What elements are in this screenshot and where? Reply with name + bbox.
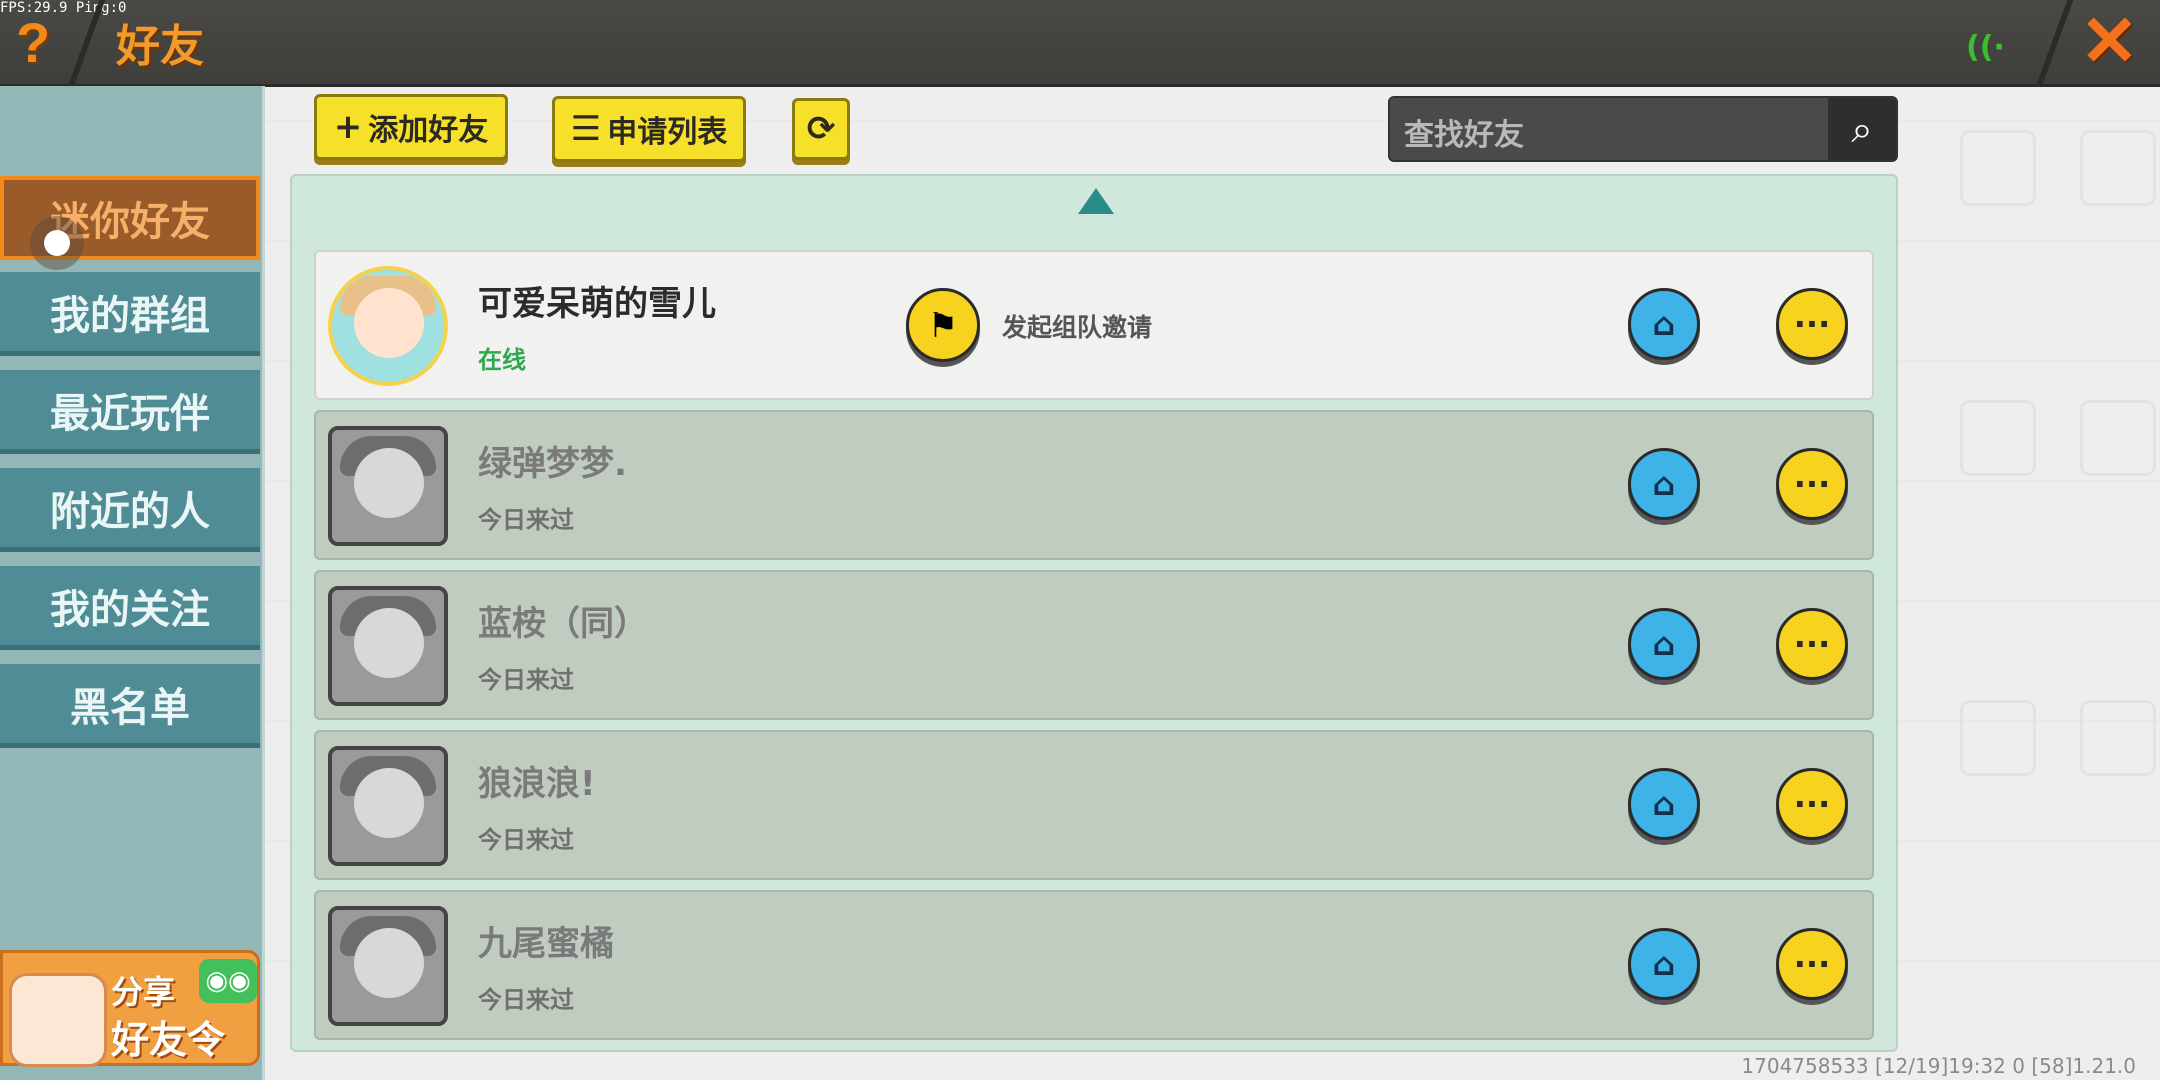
top-bar: FPS:29.9 Ping:0 ? 好友 ((· ✕ (0, 0, 2160, 87)
wechat-icon: ◉◉ (199, 959, 257, 1003)
avatar[interactable] (328, 266, 448, 386)
friend-name: 可爱呆萌的雪儿 (478, 284, 716, 324)
sidebar-item-my-groups[interactable]: 我的群组 (0, 272, 260, 356)
sidebar-item-recent-partners[interactable]: 最近玩伴 (0, 370, 260, 454)
share-friend-code-button[interactable]: ◉◉ 分享 好友令 (0, 950, 260, 1067)
home-icon[interactable]: ⌂ (1628, 928, 1700, 1000)
sidebar-item-blacklist[interactable]: 黑名单 (0, 664, 260, 748)
friend-status: 今日来过 (478, 986, 574, 1014)
team-invite-label[interactable]: 发起组队邀请 (1002, 308, 1152, 344)
friend-row[interactable]: 绿弹梦梦. 今日来过 ⌂ ··· (314, 410, 1874, 560)
friend-name: 绿弹梦梦. (478, 444, 627, 484)
add-friend-button[interactable]: + 添加好友 (314, 94, 508, 160)
friend-name: 蓝桉（同） (478, 604, 648, 644)
plus-icon: + (333, 107, 363, 147)
divider (2036, 0, 2074, 84)
version-info: 1704758533 [12/19]19:32 0 [58]1.21.0 (1741, 1054, 2136, 1078)
search-placeholder: 查找好友 (1404, 118, 1524, 153)
list-icon: ☰ (570, 109, 602, 149)
sidebar-item-nearby[interactable]: 附近的人 (0, 468, 260, 552)
friend-row[interactable]: 九尾蜜橘 今日来过 ⌂ ··· (314, 890, 1874, 1040)
chat-icon[interactable]: ··· (1776, 288, 1848, 360)
close-icon[interactable]: ✕ (2080, 6, 2139, 76)
decorative-box-icon (2080, 130, 2156, 206)
friend-row[interactable]: 狼浪浪! 今日来过 ⌂ ··· (314, 730, 1874, 880)
add-friend-label: 添加好友 (368, 113, 489, 148)
decorative-box-icon (1960, 130, 2036, 206)
refresh-icon: ⟳ (806, 109, 836, 149)
share-label: 分享 (111, 973, 176, 1011)
decorative-box-icon (1960, 400, 2036, 476)
friend-row[interactable]: 可爱呆萌的雪儿 在线 ⚑ 发起组队邀请 ⌂ ··· (314, 250, 1874, 400)
apply-list-button[interactable]: ☰ 申请列表 (552, 96, 746, 162)
chat-icon[interactable]: ··· (1776, 928, 1848, 1000)
friend-row[interactable]: 蓝桉（同） 今日来过 ⌂ ··· (314, 570, 1874, 720)
search-icon[interactable]: ⌕ (1828, 98, 1896, 160)
friend-name: 狼浪浪! (478, 764, 596, 804)
avatar[interactable] (328, 746, 448, 866)
avatar[interactable] (328, 426, 448, 546)
sidebar-item-following[interactable]: 我的关注 (0, 566, 260, 650)
friend-status: 今日来过 (478, 666, 574, 694)
apply-list-label: 申请列表 (607, 115, 728, 150)
wifi-signal-icon: ((· (1966, 30, 2005, 65)
avatar[interactable] (328, 906, 448, 1026)
home-icon[interactable]: ⌂ (1628, 768, 1700, 840)
mascot-avatar (9, 973, 107, 1067)
friend-status: 在线 (478, 346, 526, 374)
avatar[interactable] (328, 586, 448, 706)
touch-cursor (30, 216, 84, 270)
home-icon[interactable]: ⌂ (1628, 448, 1700, 520)
friend-status: 今日来过 (478, 826, 574, 854)
decorative-box-icon (1960, 700, 2036, 776)
page-title: 好友 (116, 21, 204, 72)
home-icon[interactable]: ⌂ (1628, 608, 1700, 680)
friend-name: 九尾蜜橘 (478, 924, 614, 964)
home-icon[interactable]: ⌂ (1628, 288, 1700, 360)
decorative-box-icon (2080, 400, 2156, 476)
scroll-up-arrow-icon[interactable] (1078, 188, 1114, 214)
friend-status: 今日来过 (478, 506, 574, 534)
chat-icon[interactable]: ··· (1776, 448, 1848, 520)
search-friend-field[interactable]: 查找好友 ⌕ (1388, 96, 1898, 162)
chat-icon[interactable]: ··· (1776, 768, 1848, 840)
refresh-button[interactable]: ⟳ (792, 98, 850, 160)
chat-icon[interactable]: ··· (1776, 608, 1848, 680)
friend-code-label: 好友令 (111, 1018, 226, 1062)
flag-icon[interactable]: ⚑ (906, 288, 980, 362)
decorative-box-icon (2080, 700, 2156, 776)
help-icon[interactable]: ? (16, 10, 50, 75)
